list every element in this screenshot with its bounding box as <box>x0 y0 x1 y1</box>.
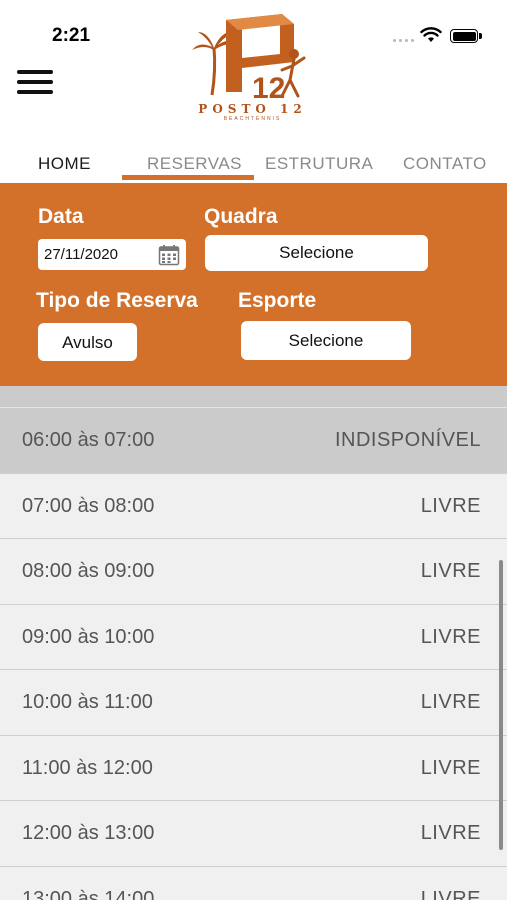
slot-time: 09:00 às 10:00 <box>22 625 155 648</box>
slot-row[interactable]: 07:00 às 08:00 LIVRE <box>0 473 507 539</box>
logo-number: 12 <box>252 72 285 102</box>
slot-time: 11:00 às 12:00 <box>22 756 153 779</box>
date-label: Data <box>38 205 84 228</box>
slot-status: LIVRE <box>420 822 481 844</box>
posto12-logo: 12 POSTO 12 BEACHTENNIS <box>190 10 315 122</box>
slot-time: 12:00 às 13:00 <box>22 822 155 844</box>
sport-label: Esporte <box>238 289 317 312</box>
slot-time: 13:00 às 14:00 <box>22 887 155 900</box>
wifi-icon <box>420 27 442 42</box>
slot-status: LIVRE <box>420 691 481 713</box>
tab-home[interactable]: HOME <box>38 154 91 174</box>
reservation-type-label: Tipo de Reserva <box>36 289 198 312</box>
active-tab-indicator <box>122 175 254 180</box>
slot-status: INDISPONÍVEL <box>334 429 481 451</box>
slot-time: 10:00 às 11:00 <box>22 691 153 713</box>
signal-icon <box>393 37 415 43</box>
scrollbar[interactable] <box>499 560 503 850</box>
date-value: 27/11/2020 <box>44 246 118 263</box>
reservation-type-select[interactable]: Avulso <box>38 323 137 361</box>
date-field[interactable]: 27/11/2020 <box>38 239 186 270</box>
list-header <box>0 386 507 408</box>
slot-status: LIVRE <box>420 756 481 779</box>
slot-row[interactable]: 08:00 às 09:00 LIVRE <box>0 539 507 605</box>
slot-status: LIVRE <box>420 560 481 582</box>
logo-title: POSTO 12 <box>198 102 307 116</box>
status-time: 2:21 <box>52 25 91 46</box>
battery-icon <box>450 29 482 43</box>
slot-status: LIVRE <box>420 625 481 648</box>
slot-status: LIVRE <box>420 494 481 517</box>
filter-panel: Data Quadra 27/11/2020 Selecione Tipo de… <box>0 183 507 386</box>
slot-row[interactable]: 13:00 às 14:00 LIVRE <box>0 866 507 900</box>
time-slot-list[interactable]: 06:00 às 07:00 INDISPONÍVEL 07:00 às 08:… <box>0 386 507 900</box>
slot-row[interactable]: 10:00 às 11:00 LIVRE <box>0 670 507 736</box>
tab-contato[interactable]: CONTATO <box>403 154 487 174</box>
tab-reservas[interactable]: RESERVAS <box>147 154 242 174</box>
slot-time: 08:00 às 09:00 <box>22 560 155 582</box>
sport-select[interactable]: Selecione <box>241 321 411 360</box>
slot-row[interactable]: 11:00 às 12:00 LIVRE <box>0 735 507 801</box>
hamburger-menu-icon[interactable] <box>17 68 53 96</box>
slot-time: 06:00 às 07:00 <box>22 429 155 451</box>
slot-row-unavailable[interactable]: 06:00 às 07:00 INDISPONÍVEL <box>0 408 507 474</box>
slot-row[interactable]: 09:00 às 10:00 LIVRE <box>0 604 507 670</box>
tab-bar: HOME RESERVAS ESTRUTURA CONTATO <box>0 135 507 183</box>
logo-emblem-icon: 12 <box>192 14 306 105</box>
calendar-icon[interactable] <box>158 244 180 266</box>
tab-estrutura[interactable]: ESTRUTURA <box>265 154 373 174</box>
slot-status: LIVRE <box>420 887 481 900</box>
court-select[interactable]: Selecione <box>205 235 428 271</box>
court-label: Quadra <box>204 205 278 228</box>
logo-subtitle: BEACHTENNIS <box>223 116 282 122</box>
slot-time: 07:00 às 08:00 <box>22 494 155 517</box>
slot-row[interactable]: 12:00 às 13:00 LIVRE <box>0 801 507 867</box>
